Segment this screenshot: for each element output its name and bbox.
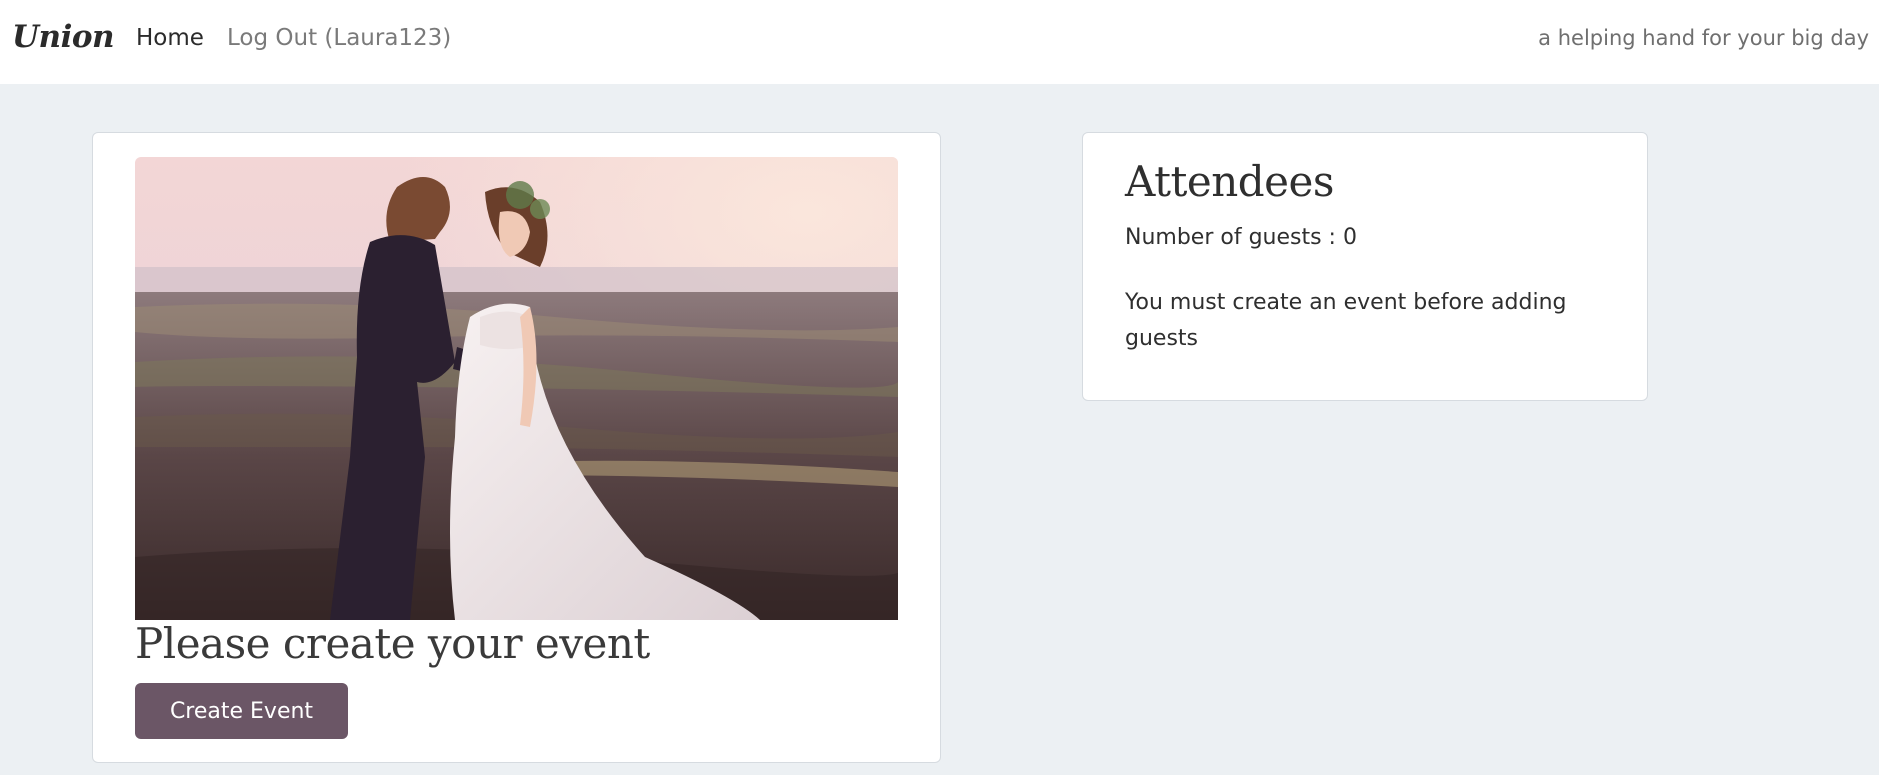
- event-heading: Please create your event: [135, 619, 650, 668]
- tagline: a helping hand for your big day: [1538, 26, 1869, 50]
- guest-count: Number of guests : 0: [1125, 225, 1357, 250]
- wedding-photo: [135, 157, 898, 620]
- nav-home-link[interactable]: Home: [136, 25, 204, 51]
- navbar: Union Home Log Out (Laura123) a helping …: [0, 0, 1879, 84]
- nav-logout-link[interactable]: Log Out (Laura123): [227, 25, 451, 51]
- attendees-card: Attendees Number of guests : 0 You must …: [1082, 132, 1648, 401]
- create-event-button[interactable]: Create Event: [135, 683, 348, 739]
- event-card: Please create your event Create Event: [92, 132, 941, 763]
- brand-logo[interactable]: Union: [12, 19, 115, 55]
- guest-notice: You must create an event before adding g…: [1125, 290, 1567, 351]
- attendees-title: Attendees: [1125, 157, 1334, 206]
